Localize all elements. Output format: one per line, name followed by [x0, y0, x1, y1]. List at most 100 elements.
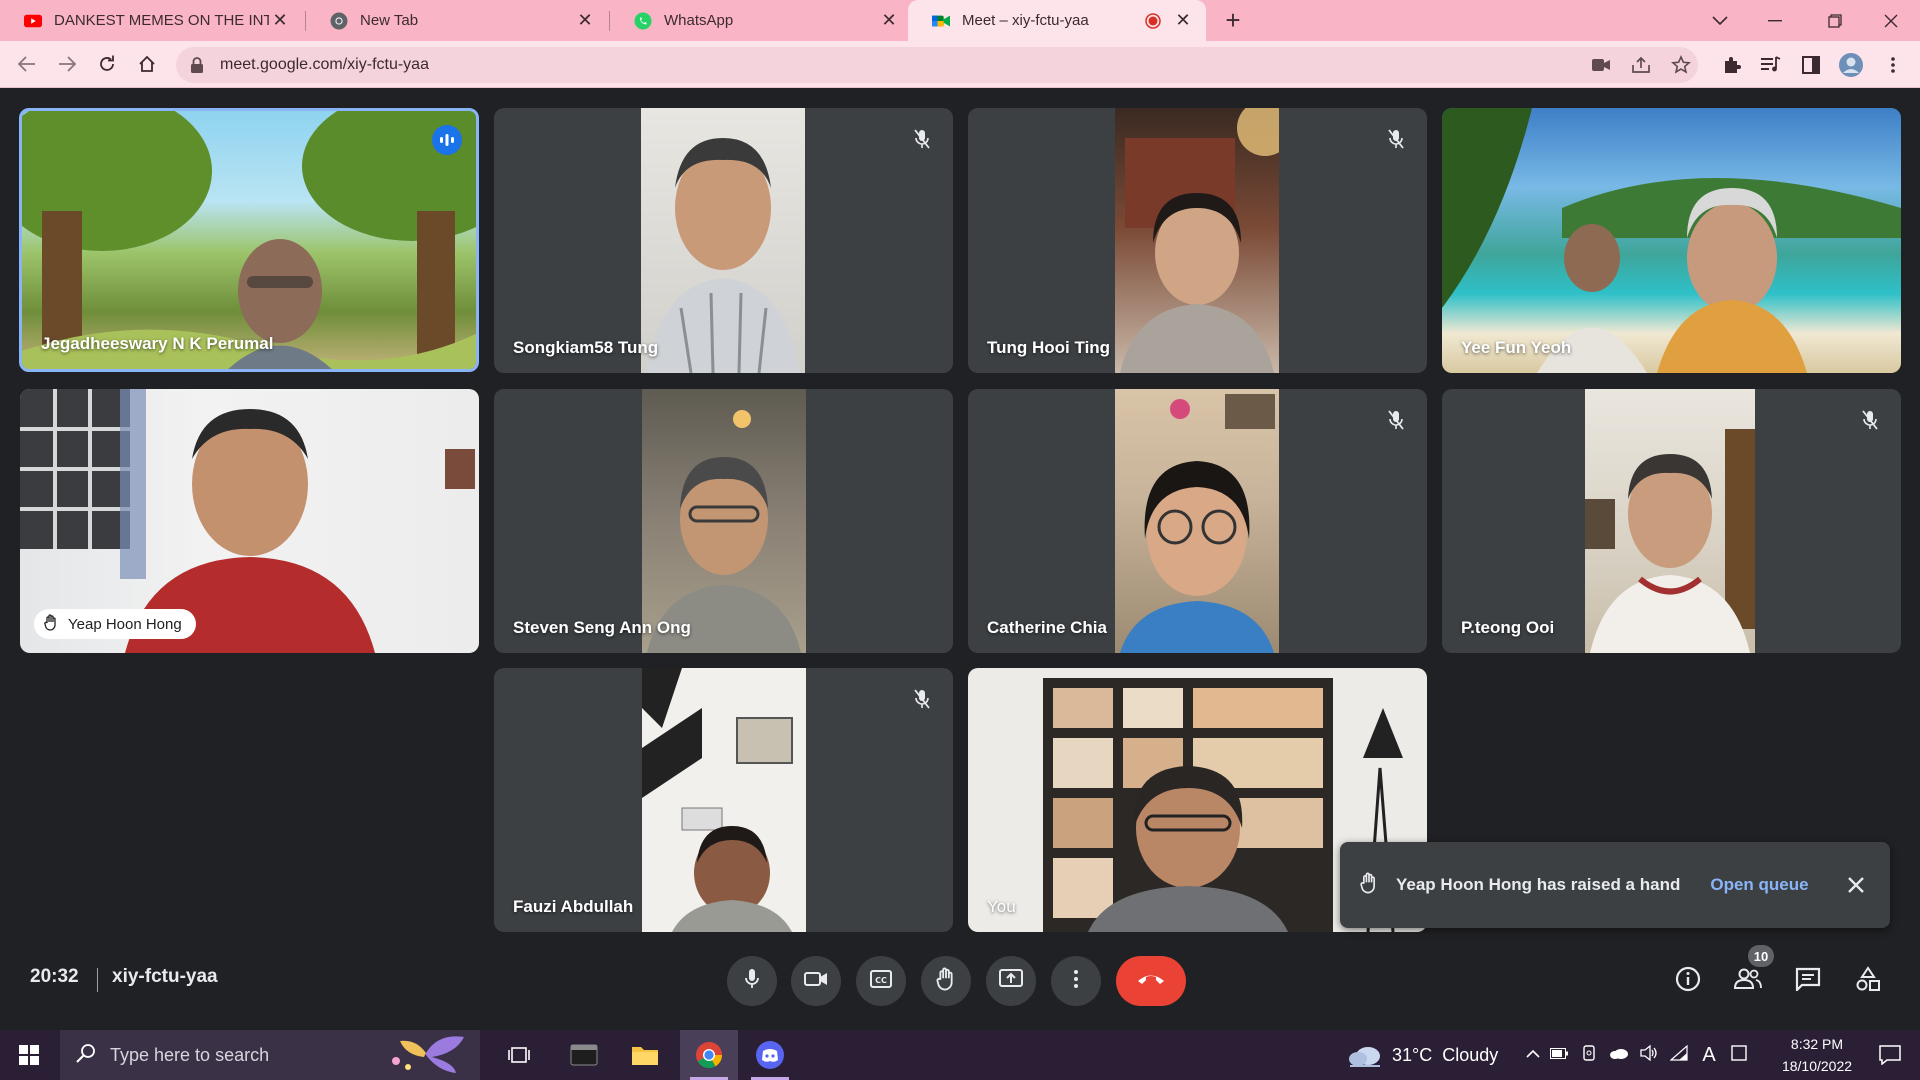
close-window-icon[interactable] [1866, 0, 1916, 41]
share-icon[interactable] [1628, 52, 1654, 78]
participant-tile[interactable]: Steven Seng Ann Ong [494, 389, 953, 653]
wifi-icon[interactable] [1664, 1044, 1694, 1066]
chrome-app-icon [696, 1042, 723, 1069]
speaking-indicator-icon [432, 125, 462, 155]
participant-tile[interactable]: Tung Hooi Ting [968, 108, 1427, 373]
microphone-button[interactable] [727, 956, 777, 1006]
chat-button[interactable] [1788, 961, 1828, 1001]
taskbar-app-chrome[interactable] [680, 1030, 738, 1080]
butterfly-highlight-icon[interactable] [386, 1031, 472, 1080]
back-icon[interactable] [10, 47, 44, 81]
participant-name: Catherine Chia [987, 618, 1107, 637]
participant-video [1115, 108, 1293, 373]
minimize-icon[interactable] [1750, 0, 1800, 41]
participant-image [642, 668, 793, 932]
taskbar-app-terminal[interactable] [555, 1030, 613, 1080]
participant-image [1585, 429, 1755, 653]
present-screen-button[interactable] [986, 956, 1036, 1006]
battery-icon[interactable] [1544, 1046, 1574, 1064]
search-icon [76, 1043, 96, 1068]
camera-button[interactable] [791, 956, 841, 1006]
tab-youtube[interactable]: DANKEST MEMES ON THE INTER ✕ [0, 0, 303, 41]
participant-tile[interactable]: Jegadheeswary N K Perumal [19, 108, 479, 372]
participant-tile[interactable]: Yee Fun Yeoh [1442, 108, 1901, 373]
side-panel-icon[interactable] [1798, 52, 1824, 78]
input-language-icon[interactable]: A [1694, 1044, 1724, 1067]
participant-image [1120, 394, 1275, 653]
onedrive-cloud-icon[interactable] [1604, 1046, 1634, 1064]
participant-name: Jegadheeswary N K Perumal [41, 334, 274, 353]
participant-tile[interactable]: Fauzi Abdullah [494, 668, 953, 932]
close-tab-icon[interactable]: ✕ [574, 10, 596, 32]
raise-hand-button[interactable] [921, 956, 971, 1006]
restore-icon[interactable] [1810, 0, 1860, 41]
bookmark-star-icon[interactable] [1668, 52, 1694, 78]
windows-start-button[interactable] [0, 1030, 58, 1080]
self-label: You [987, 897, 1016, 916]
close-notification-icon[interactable] [1842, 871, 1870, 899]
end-call-icon [1136, 972, 1166, 991]
tab-title: WhatsApp [664, 12, 734, 29]
taskbar-clock[interactable]: 8:32 PM 18/10/2022 [1774, 1033, 1860, 1077]
tab-whatsapp[interactable]: WhatsApp ✕ [610, 0, 912, 41]
activities-button[interactable] [1848, 961, 1888, 1001]
meeting-details-button[interactable] [1668, 961, 1708, 1001]
device-icon[interactable] [1574, 1044, 1604, 1066]
show-hidden-icons-icon[interactable] [1522, 1046, 1544, 1064]
home-icon[interactable] [130, 47, 164, 81]
participant-tile[interactable]: Yeap Hoon Hong [20, 389, 479, 653]
participant-video [642, 668, 806, 932]
profile-avatar-icon[interactable] [1838, 52, 1864, 78]
participant-tile[interactable]: Songkiam58 Tung [494, 108, 953, 373]
windows-logo-icon [19, 1045, 39, 1065]
participant-tile[interactable]: P.teong Ooi [1442, 389, 1901, 653]
more-options-button[interactable] [1051, 956, 1101, 1006]
participant-name: Steven Seng Ann Ong [513, 618, 691, 637]
task-view-button[interactable] [490, 1030, 548, 1080]
extensions-icon[interactable] [1718, 52, 1744, 78]
participant-count-badge: 10 [1748, 945, 1774, 967]
system-tray: A [1522, 1030, 1754, 1080]
weather-widget[interactable]: 31°C Cloudy [1348, 1030, 1498, 1080]
close-tab-icon[interactable]: ✕ [878, 10, 900, 32]
browser-menu-icon[interactable] [1880, 52, 1906, 78]
lock-icon[interactable] [190, 57, 206, 73]
taskbar-search-box[interactable]: Type here to search [60, 1030, 480, 1080]
taskbar-app-discord[interactable] [741, 1030, 799, 1080]
participant-name: Tung Hooi Ting [987, 338, 1111, 357]
chrome-icon [330, 12, 348, 30]
tab-search-icon[interactable] [1695, 0, 1745, 41]
taskbar-app-file-explorer[interactable] [616, 1030, 674, 1080]
address-bar[interactable]: meet.google.com/xiy-fctu-yaa [176, 47, 1698, 83]
notifications-button[interactable] [1866, 1030, 1914, 1080]
participant-name: Songkiam58 Tung [513, 338, 659, 357]
close-tab-icon[interactable]: ✕ [1172, 10, 1194, 32]
raised-hand-notification: Yeap Hoon Hong has raised a hand Open qu… [1340, 842, 1890, 928]
tab-meet[interactable]: Meet – xiy-fctu-yaa ✕ [908, 0, 1206, 41]
focus-assist-icon[interactable] [1724, 1044, 1754, 1066]
volume-icon[interactable] [1634, 1044, 1664, 1066]
muted-mic-icon [1383, 126, 1409, 152]
close-tab-icon[interactable]: ✕ [269, 10, 291, 32]
media-control-icon[interactable] [1758, 52, 1784, 78]
leave-call-button[interactable] [1116, 956, 1186, 1006]
tab-title: New Tab [360, 12, 419, 29]
more-vertical-icon [1074, 969, 1078, 993]
clock-date: 18/10/2022 [1781, 1058, 1853, 1074]
participant-video [641, 108, 805, 373]
forward-icon[interactable] [50, 47, 84, 81]
camera-in-use-icon[interactable] [1588, 52, 1614, 78]
participant-tile[interactable]: Catherine Chia [968, 389, 1427, 653]
participant-name: P.teong Ooi [1461, 618, 1555, 637]
new-tab-button[interactable]: + [1218, 6, 1248, 36]
tab-new-tab[interactable]: New Tab ✕ [306, 0, 608, 41]
participant-image [1120, 108, 1293, 373]
participant-video [1585, 389, 1755, 653]
muted-mic-icon [1857, 407, 1883, 433]
raised-hand-icon [44, 613, 58, 635]
microphone-icon [744, 968, 760, 995]
people-button[interactable] [1728, 961, 1768, 1001]
captions-button[interactable]: CC [856, 956, 906, 1006]
open-queue-link[interactable]: Open queue [1710, 875, 1808, 895]
reload-icon[interactable] [90, 47, 124, 81]
